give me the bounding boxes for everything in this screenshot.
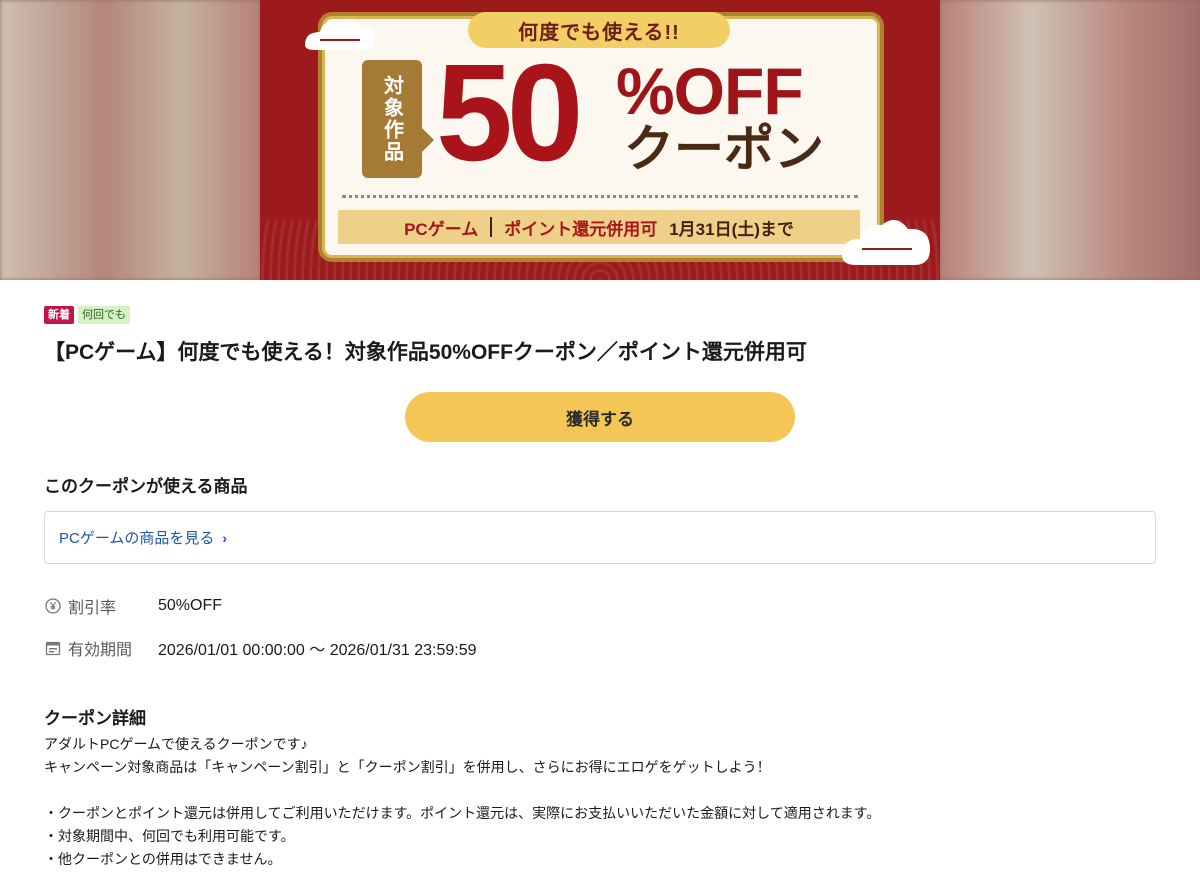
- banner-bottom-bar: PCゲーム ポイント還元併用可 1月31日(土)まで: [338, 210, 860, 244]
- cloud-ornament-icon: [842, 219, 930, 265]
- coupon-detail: 新着 何回でも 【PCゲーム】何度でも使える！対象作品50%OFFクーポン／ポイ…: [44, 306, 1156, 871]
- badge-group: 新着 何回でも: [44, 306, 1156, 324]
- products-link[interactable]: PCゲームの商品を見る ›: [59, 527, 227, 548]
- details-body: アダルトPCゲームで使えるクーポンです♪ キャンペーン対象商品は「キャンペーン割…: [44, 733, 1156, 871]
- details-line: アダルトPCゲームで使えるクーポンです♪: [44, 736, 308, 752]
- banner-coupon-text: クーポン: [624, 121, 824, 177]
- details-line: ・クーポンとポイント還元は併用してご利用いただけます。ポイント還元は、実際にお支…: [44, 805, 881, 821]
- banner-points: ポイント還元併用可: [504, 219, 658, 239]
- banner-big-number: 50: [436, 36, 583, 190]
- banner-deadline: 1月31日(土)まで: [669, 219, 794, 239]
- cloud-ornament-icon: [305, 19, 374, 50]
- discount-value: 50%OFF: [158, 597, 223, 614]
- banner-divider: [342, 195, 858, 198]
- products-section-title: このクーポンが使える商品: [44, 477, 248, 496]
- banner-separator: [490, 217, 493, 237]
- period-label: 有効期間: [68, 642, 133, 659]
- banner-category: PCゲーム: [404, 219, 479, 239]
- period-label-group: 有効期間: [44, 636, 158, 660]
- banner-target-arrow: [422, 128, 434, 152]
- discount-row: 割引率 50%OFF: [44, 594, 1156, 618]
- hero-banner: 何度でも使える!! 対象作品 50 %OFF クーポン PCゲーム ポイント還元…: [0, 0, 1200, 280]
- discount-label-group: 割引率: [44, 594, 158, 618]
- chevron-right-icon: ›: [222, 529, 228, 546]
- products-link-label: PCゲームの商品を見る: [59, 530, 215, 547]
- get-coupon-button[interactable]: 獲得する: [405, 392, 795, 442]
- calendar-icon: [44, 639, 62, 657]
- products-link-box[interactable]: PCゲームの商品を見る ›: [44, 511, 1156, 564]
- hero-blur-left: [0, 0, 260, 280]
- details-line: [44, 779, 1156, 802]
- yen-circle-icon: [44, 597, 62, 615]
- coupon-banner-image: 何度でも使える!! 対象作品 50 %OFF クーポン PCゲーム ポイント還元…: [260, 0, 940, 280]
- coupon-title: 【PCゲーム】何度でも使える！対象作品50%OFFクーポン／ポイント還元併用可: [44, 341, 807, 364]
- any-time-badge: 何回でも: [78, 306, 130, 324]
- new-badge: 新着: [44, 306, 74, 324]
- details-line: ・対象期間中、何回でも利用可能です。: [44, 828, 295, 844]
- details-line: ・他クーポンとの併用はできません。: [44, 851, 282, 867]
- banner-target-label: 対象作品: [362, 60, 422, 178]
- details-title: クーポン詳細: [44, 709, 146, 728]
- banner-off-text: %OFF: [616, 54, 804, 128]
- hero-blur-right: [940, 0, 1200, 280]
- details-line: キャンペーン対象商品は「キャンペーン割引」と「クーポン割引」を併用し、さらにお得…: [44, 759, 771, 775]
- discount-label: 割引率: [68, 600, 117, 617]
- period-value: 2026/01/01 00:00:00 〜 2026/01/31 23:59:5…: [158, 642, 477, 659]
- period-row: 有効期間 2026/01/01 00:00:00 〜 2026/01/31 23…: [44, 636, 1156, 660]
